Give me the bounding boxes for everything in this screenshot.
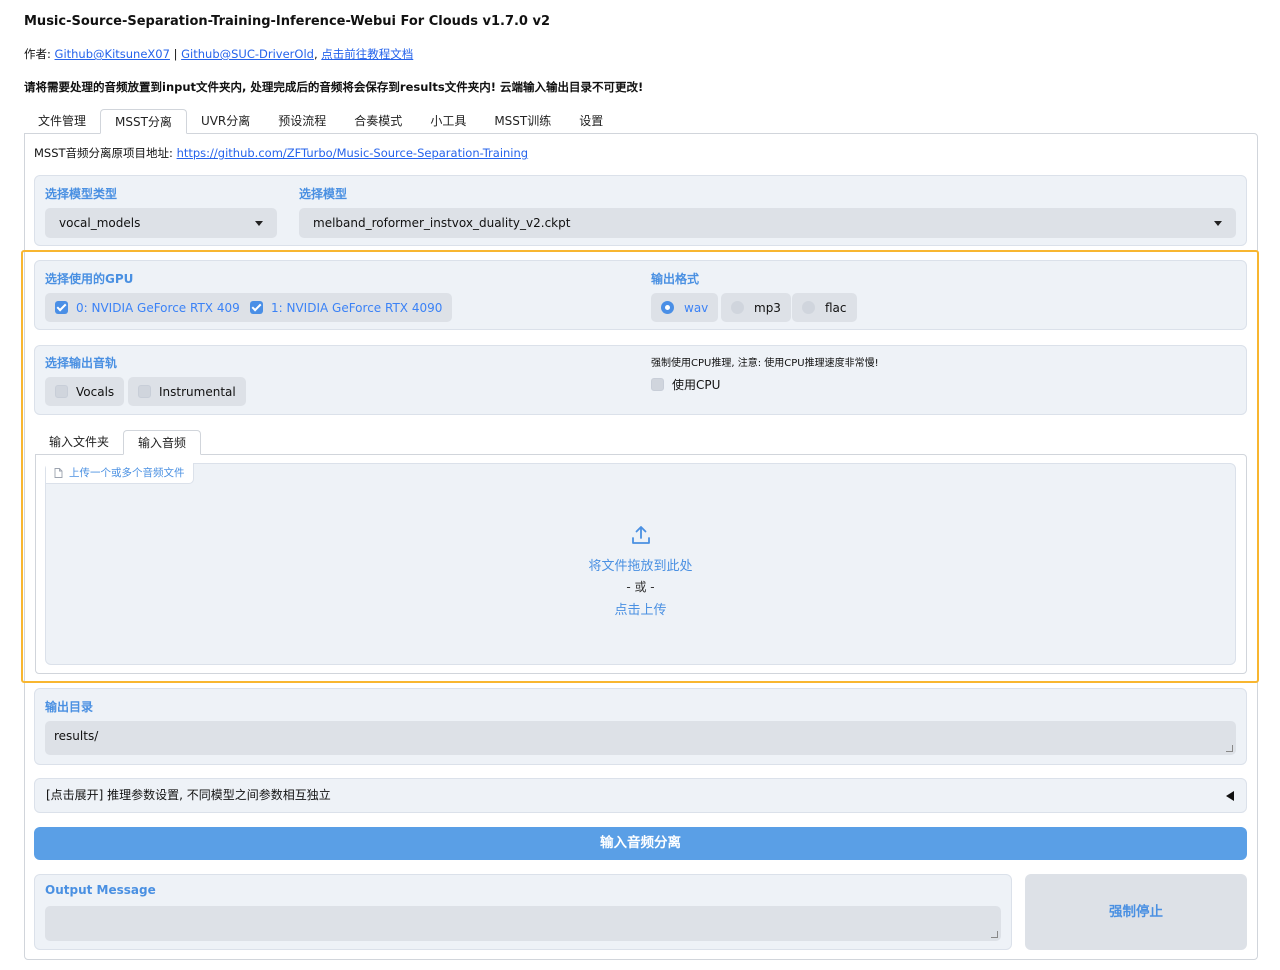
github-suc-driverold-link[interactable]: Github@SUC-DriverOld [181,47,314,61]
stem-checkbox-instrumental[interactable]: Instrumental [128,377,246,406]
tab-tools[interactable]: 小工具 [416,109,480,134]
repo-label: MSST音频分离原项目地址: [34,146,177,160]
output-message-field[interactable] [45,906,1001,941]
tab-file-manager[interactable]: 文件管理 [24,109,100,134]
accordion-label: [点击展开] 推理参数设置, 不同模型之间参数相互独立 [46,788,331,802]
resize-handle-icon[interactable] [991,931,998,938]
checkbox-unchecked-icon [138,385,151,398]
checkbox-unchecked-icon [651,378,664,391]
format-radio-wav[interactable]: wav [651,293,719,322]
format-radio-flac[interactable]: flac [792,293,857,322]
input-tabs: 输入文件夹 输入音频 [35,430,202,455]
resize-handle-icon[interactable] [1226,745,1233,752]
radio-unselected-icon [802,301,815,314]
gpu-checkbox-1[interactable]: 1: NVIDIA GeForce RTX 4090 [240,293,453,322]
gpu-label-1: 1: NVIDIA GeForce RTX 4090 [271,300,443,315]
drop-text: 将文件拖放到此处 [588,559,693,574]
format-flac-label: flac [825,300,847,315]
model-type-value: vocal_models [59,216,141,230]
gpu-label: 选择使用的GPU [45,272,134,286]
tab-preset-pipeline[interactable]: 预设流程 [264,109,340,134]
github-kitsunex07-link[interactable]: Github@KitsuneX07 [55,47,170,61]
cpu-checkbox[interactable]: 使用CPU [651,376,720,393]
cpu-note: 强制使用CPU推理, 注意: 使用CPU推理速度非常慢! [651,358,879,369]
tab-input-audio[interactable]: 输入音频 [123,430,202,455]
tab-settings[interactable]: 设置 [565,109,617,134]
stem-vocals-label: Vocals [76,384,115,399]
upload-tag-label: 上传一个或多个音频文件 [69,467,185,479]
model-dropdown[interactable]: melband_roformer_instvox_duality_v2.ckpt [299,208,1236,238]
radio-selected-icon [661,301,674,314]
model-type-label: 选择模型类型 [45,187,118,201]
chevron-down-icon [1214,221,1222,226]
checkbox-checked-icon [55,301,68,314]
repo-line: MSST音频分离原项目地址: https://github.com/ZFTurb… [34,145,528,161]
format-radio-mp3[interactable]: mp3 [721,293,791,322]
notice-text: 请将需要处理的音频放置到input文件夹内, 处理完成后的音频将会保存到resu… [24,80,644,94]
run-separation-button[interactable]: 输入音频分离 [34,827,1247,860]
main-tabs: 文件管理 MSST分离 UVR分离 预设流程 合奏模式 小工具 MSST训练 设… [24,109,617,134]
repo-link[interactable]: https://github.com/ZFTurbo/Music-Source-… [177,146,529,160]
upload-icon [631,526,650,544]
stem-label: 选择输出音轨 [45,356,118,370]
stem-checkbox-vocals[interactable]: Vocals [45,377,125,406]
output-message-label: Output Message [45,883,156,897]
inference-params-accordion[interactable]: [点击展开] 推理参数设置, 不同模型之间参数相互独立 [34,778,1247,813]
format-mp3-label: mp3 [754,300,781,315]
caret-left-icon [1226,791,1234,801]
checkbox-unchecked-icon [55,385,68,398]
upload-tag: 上传一个或多个音频文件 [46,463,194,484]
tab-msst-separation[interactable]: MSST分离 [100,109,187,134]
output-dir-label: 输出目录 [45,700,94,714]
stem-instrumental-label: Instrumental [159,384,236,399]
output-dir-field[interactable]: results/ [45,721,1236,755]
radio-unselected-icon [731,301,744,314]
app-title: Music-Source-Separation-Training-Inferen… [24,14,551,29]
force-stop-button[interactable]: 强制停止 [1025,874,1247,950]
tab-ensemble-mode[interactable]: 合奏模式 [340,109,416,134]
gpu-checkbox-0[interactable]: 0: NVIDIA GeForce RTX 4090 [45,293,258,322]
author-prefix: 作者: [24,47,55,61]
format-wav-label: wav [684,300,709,315]
chevron-down-icon [255,221,263,226]
upload-center: 将文件拖放到此处 - 或 - 点击上传 [45,524,1236,618]
model-value: melband_roformer_instvox_duality_v2.ckpt [313,216,571,230]
file-icon [54,468,63,478]
model-type-dropdown[interactable]: vocal_models [45,208,277,238]
checkbox-checked-icon [250,301,263,314]
tab-msst-training[interactable]: MSST训练 [480,109,565,134]
output-dir-value: results/ [54,729,99,743]
tutorial-doc-link[interactable]: 点击前往教程文档 [321,47,413,61]
tab-uvr-separation[interactable]: UVR分离 [187,109,264,134]
click-upload-link[interactable]: 点击上传 [45,599,1236,618]
cpu-label: 使用CPU [672,378,721,392]
model-label: 选择模型 [299,187,348,201]
format-label: 输出格式 [651,272,700,286]
author-separator: | [169,47,182,61]
author-line: 作者: Github@KitsuneX07 | Github@SUC-Drive… [24,46,413,62]
gpu-label-0: 0: NVIDIA GeForce RTX 4090 [76,300,248,315]
or-text: - 或 - [626,580,655,594]
tab-input-folder[interactable]: 输入文件夹 [35,430,123,455]
